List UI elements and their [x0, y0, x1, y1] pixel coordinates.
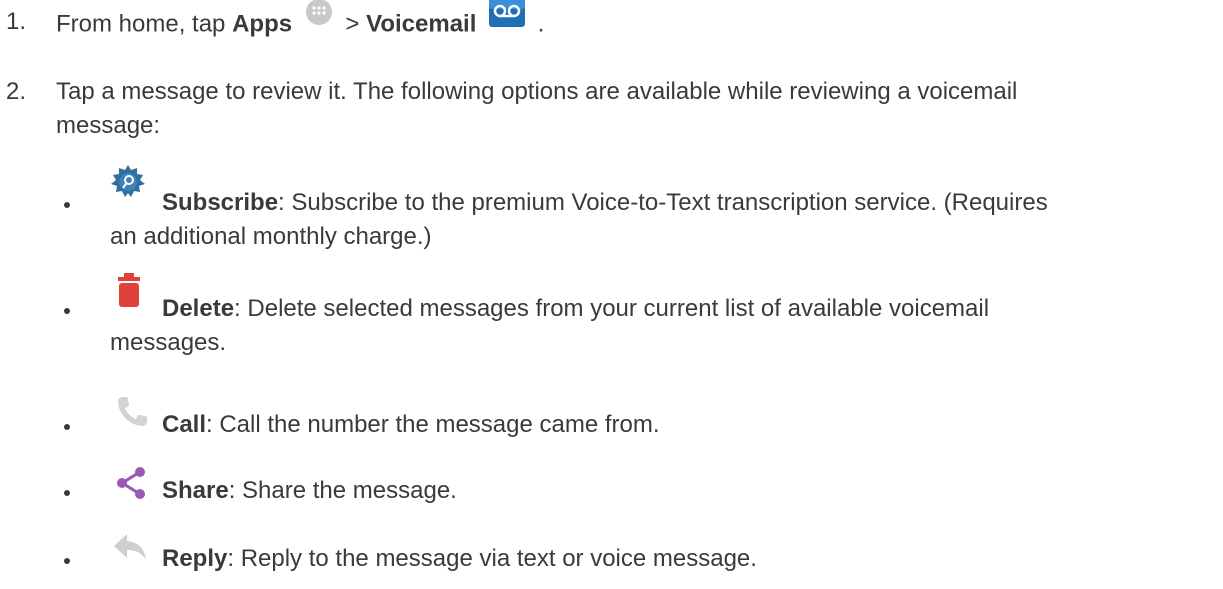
- option-label: Share: [162, 477, 229, 504]
- option-description: : Delete selected messages from your cur…: [234, 295, 990, 322]
- bullet-dot: [64, 490, 70, 496]
- subscribe-badge-icon: [110, 164, 146, 210]
- step-1: 1. From home, tap Apps > Voicemail .: [0, 0, 1210, 45]
- option-description-line-2: messages.: [110, 329, 227, 356]
- bullet-dot: [64, 424, 70, 430]
- step-number: 1.: [6, 8, 27, 35]
- reply-icon: [112, 532, 148, 572]
- option-reply: Reply: Reply to the message via text or …: [0, 534, 1210, 576]
- step-number: 2.: [6, 78, 27, 105]
- phone-icon: [116, 394, 150, 438]
- option-label: Call: [162, 411, 207, 438]
- option-subscribe: Subscribe: Subscribe to the premium Voic…: [0, 165, 1210, 254]
- bullet-dot: [64, 558, 70, 564]
- voicemail-icon: [489, 0, 526, 37]
- option-label: Delete: [162, 295, 235, 322]
- option-label: Reply: [162, 545, 228, 572]
- step-1-prefix: From home, tap: [56, 10, 226, 38]
- apps-grid-icon: [305, 0, 333, 36]
- option-description-line-2: an additional monthly charge.): [110, 223, 432, 250]
- option-description: : Call the number the message came from.: [206, 411, 660, 438]
- option-delete: Delete: Delete selected messages from yo…: [0, 273, 1210, 360]
- step-1-separator: >: [345, 10, 360, 38]
- step-2-text-line-2: message:: [56, 112, 161, 139]
- bullet-dot: [64, 202, 70, 208]
- apps-label: Apps: [232, 10, 293, 38]
- option-description: : Share the message.: [228, 477, 457, 504]
- option-description: : Subscribe to the premium Voice-to-Text…: [278, 189, 1048, 216]
- step-1-suffix: .: [537, 10, 545, 38]
- option-share: Share: Share the message.: [0, 467, 1210, 508]
- option-label: Subscribe: [162, 189, 279, 216]
- trash-icon: [117, 272, 141, 318]
- voicemail-label: Voicemail: [366, 10, 477, 38]
- bullet-dot: [64, 308, 70, 314]
- step-2-text-line-1: Tap a message to review it. The followin…: [56, 78, 1018, 105]
- share-icon: [114, 466, 148, 510]
- option-call: Call: Call the number the message came f…: [0, 397, 1210, 442]
- step-2: 2. Tap a message to review it. The follo…: [0, 75, 1210, 143]
- option-description: : Reply to the message via text or voice…: [227, 545, 757, 572]
